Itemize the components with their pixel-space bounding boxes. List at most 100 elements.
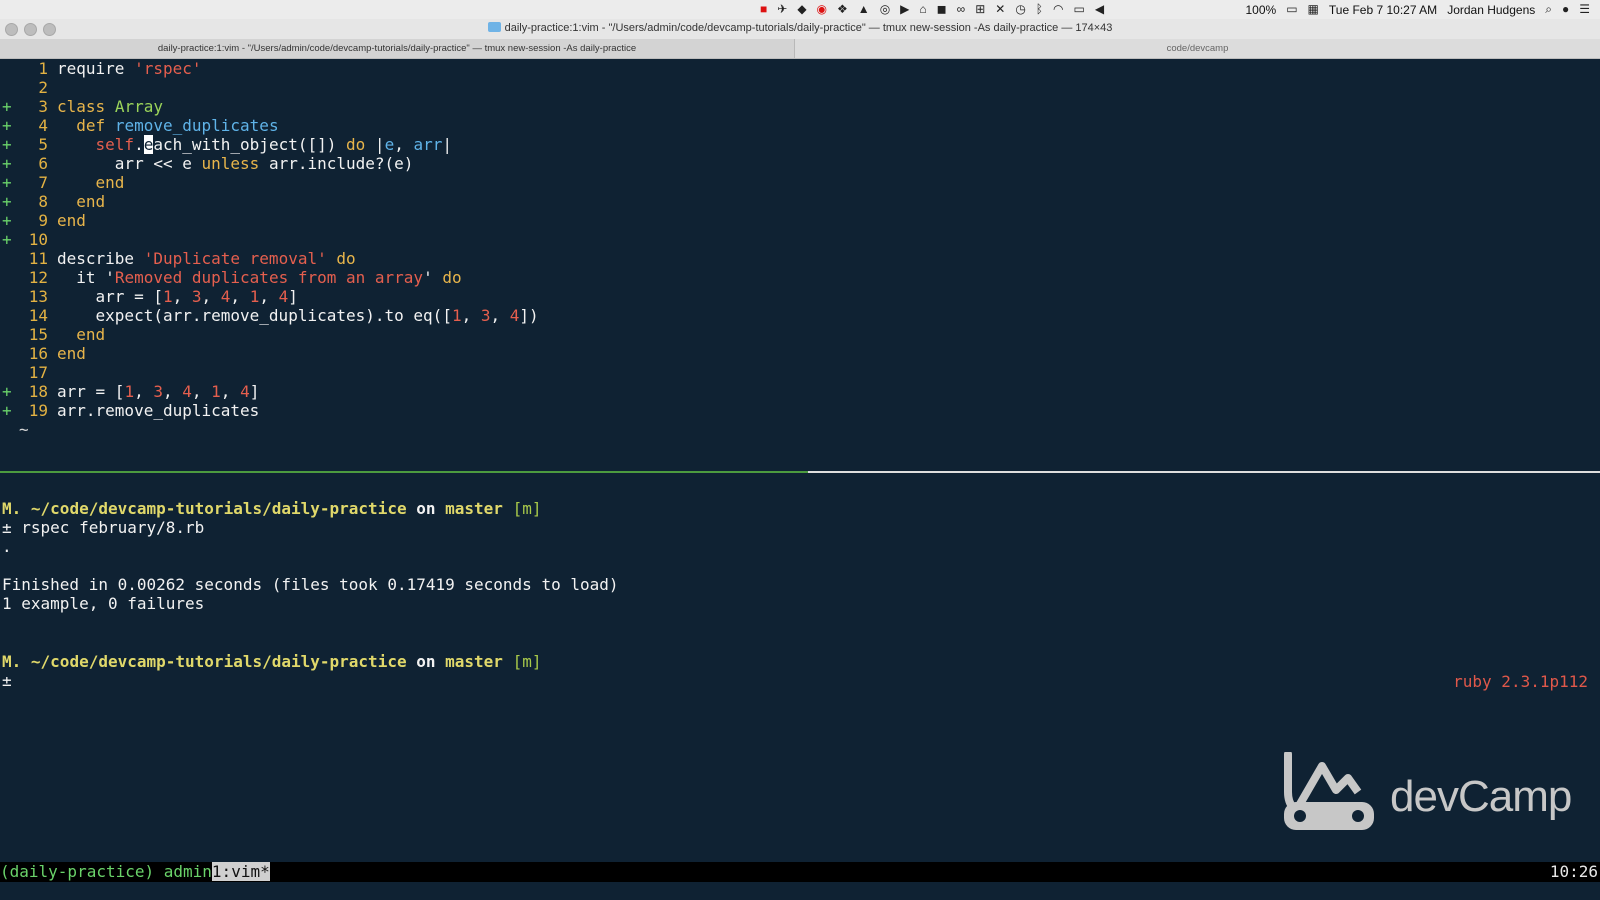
code-line: +8 end — [2, 192, 106, 211]
code-line: +5 self.each_with_object([]) do |e, arr| — [2, 135, 453, 154]
code-line: 12 it 'Removed duplicates from an array'… — [0, 268, 1600, 287]
menubar-user[interactable]: Jordan Hudgens — [1447, 3, 1535, 17]
token-method-name: remove_duplicates — [114, 116, 279, 135]
code-line: +9 end — [2, 211, 86, 230]
battery-icon[interactable]: ▭ — [1286, 2, 1297, 17]
airplay-icon[interactable]: ▭ — [1073, 2, 1084, 17]
token-class-name: Array — [114, 97, 163, 116]
time-machine-icon[interactable]: ◷ — [1015, 2, 1025, 17]
code-line: 1 require 'rspec' — [0, 59, 1600, 78]
git-added-sign: + — [2, 382, 12, 401]
siri-icon[interactable]: ● — [1562, 2, 1569, 17]
git-added-sign: + — [2, 192, 12, 211]
line-number: 4 — [38, 116, 48, 135]
dropbox-icon[interactable]: ❖ — [837, 2, 848, 17]
folder-icon — [487, 22, 501, 32]
tab-code-devcamp[interactable]: code/devcamp — [795, 39, 1600, 58]
code-line: 2 — [0, 78, 1600, 97]
code-line: 11 describe 'Duplicate removal' do — [0, 249, 1600, 268]
line-number: 17 — [28, 363, 48, 382]
line-number: 18 — [28, 382, 48, 401]
vim-cursor: e — [143, 135, 154, 154]
wifi-ap-icon[interactable]: ⌂ — [919, 2, 926, 17]
notification-center-icon[interactable]: ☰ — [1579, 2, 1590, 17]
chat-icon[interactable]: ◼ — [937, 2, 947, 17]
battery-percent[interactable]: 100% — [1246, 3, 1277, 17]
tab-daily-practice[interactable]: daily-practice:1:vim - "/Users/admin/cod… — [0, 39, 795, 58]
devcamp-logo-text: devCamp — [1390, 772, 1572, 821]
prompt-path: ~/code/devcamp-tutorials/daily-practice — [30, 499, 407, 518]
git-added-sign: + — [2, 211, 12, 230]
code-line: +6 arr << e unless arr.include?(e) — [2, 154, 414, 173]
devcamp-logo-icon — [1284, 750, 1374, 830]
spotlight-search-icon[interactable]: ⌕ — [1545, 2, 1552, 17]
token-keyword: def — [76, 116, 106, 135]
code-line: +18 arr = [1, 3, 4, 1, 4] — [2, 382, 260, 401]
line-number: 9 — [38, 211, 48, 230]
code-line: 16 end — [0, 344, 1600, 363]
code-line: 14 expect(arr.remove_duplicates).to eq([… — [0, 306, 1600, 325]
token-self: self — [95, 135, 135, 154]
token-keyword: class — [57, 97, 106, 116]
code-line: 15 end — [0, 325, 1600, 344]
line-number: 16 — [28, 344, 48, 363]
shell-prompt: M. ~/code/devcamp-tutorials/daily-practi… — [2, 499, 542, 518]
line-number: 14 — [28, 306, 48, 325]
line-number: 1 — [38, 59, 48, 78]
code-line: 17 — [0, 363, 1600, 382]
git-added-sign: + — [2, 401, 12, 420]
volume-icon[interactable]: ◀ — [1095, 2, 1104, 17]
window-title-text: daily-practice:1:vim - "/Users/admin/cod… — [504, 22, 1113, 34]
camera-icon[interactable]: ▶ — [900, 2, 909, 17]
code-line: +3 class Array — [0, 97, 1600, 116]
tmux-pane-divider[interactable] — [0, 471, 1600, 473]
calendar-icon[interactable]: ▦ — [1308, 2, 1319, 17]
line-number: 5 — [38, 135, 48, 154]
shell-prompt: M. ~/code/devcamp-tutorials/daily-practi… — [2, 652, 542, 671]
token-keyword: require — [57, 59, 125, 78]
git-added-sign: + — [2, 230, 12, 249]
grid-icon[interactable]: ⊞ — [975, 2, 985, 17]
git-added-sign: + — [2, 97, 12, 116]
mac-menubar: ■ ✈ ◆ ◉ ❖ ▲ ◎ ▶ ⌂ ◼ ∞ ⊞ ✕ ◷ ᛒ ◠ ▭ ◀ 100%… — [0, 0, 1600, 20]
wifi-icon[interactable]: ◠ — [1053, 2, 1063, 17]
line-number: 2 — [38, 78, 48, 97]
line-number: 19 — [28, 401, 48, 420]
menubar-datetime[interactable]: Tue Feb 7 10:27 AM — [1329, 3, 1437, 17]
creative-cloud-icon[interactable]: ◎ — [880, 2, 890, 17]
tmux-clock: 10:26 — [1549, 862, 1598, 881]
git-added-sign: + — [2, 135, 12, 154]
line-number: 10 — [28, 230, 48, 249]
code-line: +7 end — [2, 173, 125, 192]
rspec-progress-dot: . — [2, 537, 12, 556]
code-line: 13 arr = [1, 3, 4, 1, 4] — [0, 287, 1600, 306]
line-number: 12 — [28, 268, 48, 287]
flame-icon[interactable]: ◉ — [817, 2, 827, 17]
vim-editor[interactable]: 1 require 'rspec' 2 +3 class Array +4 def … — [0, 59, 1600, 439]
ruby-version-indicator: ruby 2.3.1p112 — [1453, 672, 1588, 691]
git-added-sign: + — [2, 154, 12, 173]
rspec-summary-line: 1 example, 0 failures — [2, 594, 205, 613]
app-red-icon[interactable]: ■ — [760, 2, 767, 17]
shell-command: ± rspec february/8.rb — [2, 518, 205, 537]
code-line: +4 def remove_duplicates — [0, 116, 1600, 135]
token-string: 'rspec' — [134, 59, 202, 78]
bird-icon[interactable]: ◆ — [797, 2, 806, 17]
drive-icon[interactable]: ▲ — [858, 2, 870, 17]
tilde-marker: ~ — [19, 420, 29, 439]
line-number: 13 — [28, 287, 48, 306]
prompt-branch: master — [445, 499, 503, 518]
plane-icon[interactable]: ✈ — [777, 2, 787, 17]
bluetooth-icon[interactable]: ᛒ — [1036, 2, 1043, 17]
prompt-branch-flag: [m] — [512, 652, 542, 671]
tools-icon[interactable]: ✕ — [995, 2, 1005, 17]
code-line: +10 — [0, 230, 1600, 249]
status-tray: ■ ✈ ◆ ◉ ❖ ▲ ◎ ▶ ⌂ ◼ ∞ ⊞ ✕ ◷ ᛒ ◠ ▭ ◀ — [760, 2, 1104, 17]
empty-buffer-line: ~ — [0, 420, 1600, 439]
line-number: 6 — [38, 154, 48, 173]
code-line: +19 arr.remove_duplicates — [2, 401, 260, 420]
tmux-window-tab[interactable]: 1:vim* — [211, 862, 270, 881]
line-number: 11 — [28, 249, 48, 268]
infinity-icon[interactable]: ∞ — [957, 2, 966, 17]
shell-input-line[interactable]: ± — [2, 671, 1562, 690]
